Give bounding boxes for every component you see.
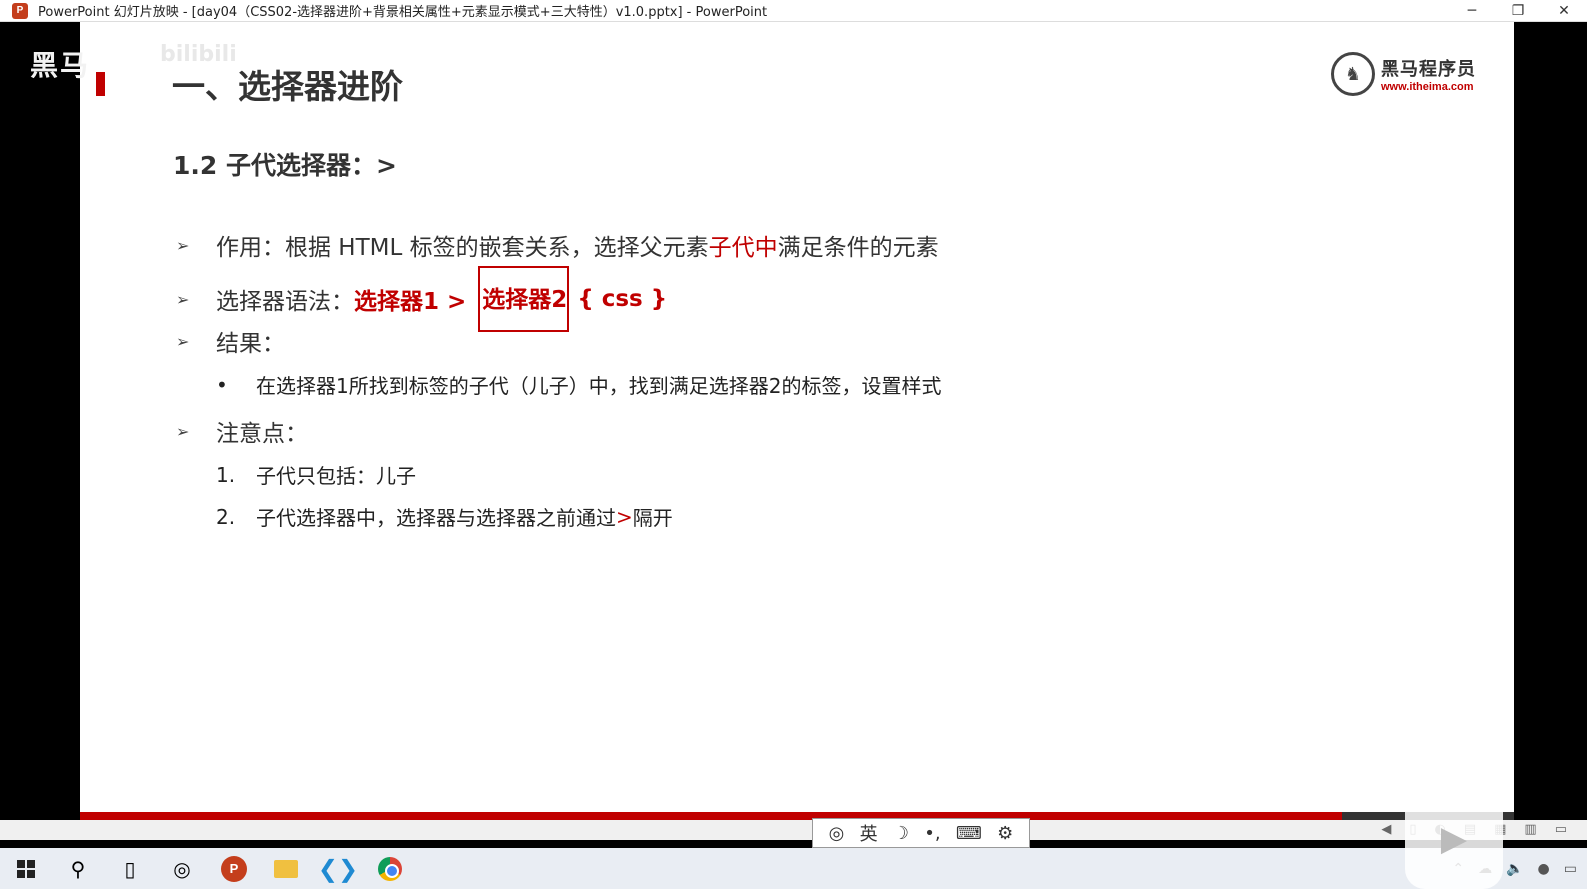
powerpoint-icon: P xyxy=(221,855,247,882)
itheima-logo: ♞ 黑马程序员 www.itheima.com xyxy=(1331,52,1476,96)
note-item-1: 1. 子代只包括：儿子 xyxy=(216,460,416,489)
taskbar-vscode[interactable]: ❮❯ xyxy=(312,848,364,889)
arrow-bullet-icon: ➢ xyxy=(176,235,190,255)
search-icon[interactable]: ⚲ xyxy=(52,848,104,889)
logo-url: www.itheima.com xyxy=(1381,81,1474,93)
arrow-bullet-icon: ➢ xyxy=(176,331,190,351)
file-icon[interactable]: ▯ xyxy=(104,848,156,889)
result-detail-text: 在选择器1所找到标签的子代（儿子）中，找到满足选择器2的标签，设置样式 xyxy=(256,374,942,398)
close-button[interactable]: ✕ xyxy=(1541,0,1587,22)
taskbar-chrome[interactable] xyxy=(364,848,416,889)
syntax-label: 选择器语法： xyxy=(216,289,354,315)
punctuation-icon[interactable]: •, xyxy=(924,823,940,844)
previous-icon[interactable]: ◀ xyxy=(1381,822,1391,837)
start-button[interactable] xyxy=(0,848,52,889)
taskbar: ⚲ ▯ ◎ P ❮❯ ⌃ ☁ 🔈 ● ▭ xyxy=(0,848,1587,889)
keyboard-icon[interactable]: ⌨ xyxy=(956,823,982,844)
slide-title: 一、选择器进阶 xyxy=(172,67,403,106)
note-item-2: 2. 子代选择器中，选择器与选择器之前通过 > 隔开 xyxy=(216,502,673,531)
slide-subtitle: 1.2 子代选择器：> xyxy=(173,151,397,180)
folder-icon xyxy=(274,859,298,878)
windows-icon xyxy=(17,859,35,878)
window-title: PowerPoint 幻灯片放映 - [day04（CSS02-选择器进阶+背景… xyxy=(38,5,768,20)
purpose-highlight: 子代中 xyxy=(708,235,778,261)
syntax-selector2-boxed: 选择器2 xyxy=(478,266,570,332)
horse-icon: ♞ xyxy=(1331,52,1375,96)
reading-view-icon[interactable]: ▥ xyxy=(1524,822,1536,837)
result-label: 结果： xyxy=(216,331,285,357)
ime-logo-icon[interactable]: ◎ xyxy=(829,823,845,844)
result-detail: • 在选择器1所找到标签的子代（儿子）中，找到满足选择器2的标签，设置样式 xyxy=(216,370,941,399)
note-tail: 隔开 xyxy=(632,506,673,530)
settings-icon[interactable]: ⚙ xyxy=(997,823,1013,844)
note-number: 1. xyxy=(216,462,236,487)
slide[interactable]: bilibili 一、选择器进阶 ♞ 黑马程序员 www.itheima.com… xyxy=(80,22,1514,828)
restore-button[interactable]: ❐ xyxy=(1495,0,1541,22)
note-text: 子代只包括：儿子 xyxy=(256,464,416,488)
arrow-bullet-icon: ➢ xyxy=(176,289,190,309)
app-tray-icon[interactable]: ● xyxy=(1538,861,1550,877)
note-number: 2. xyxy=(216,504,236,529)
dot-bullet: • xyxy=(216,372,228,397)
bullet-notes: ➢ 注意点： xyxy=(176,414,308,448)
clock-app-icon[interactable]: ◎ xyxy=(156,848,208,889)
title-accent-bar xyxy=(96,72,105,96)
network-icon[interactable]: ▭ xyxy=(1564,861,1577,877)
bilibili-play-icon[interactable]: ▶ xyxy=(1405,788,1503,889)
watermark-text: 黑马 xyxy=(30,49,91,82)
notes-label: 注意点： xyxy=(216,421,308,447)
note-red-symbol: > xyxy=(616,504,633,529)
ime-toolbar[interactable]: ◎ 英 ☽ •, ⌨ ⚙ xyxy=(812,818,1030,848)
slide-progress-bar xyxy=(80,812,1342,820)
vscode-icon: ❮❯ xyxy=(317,854,359,883)
minimize-button[interactable]: ─ xyxy=(1449,0,1495,22)
taskbar-file-explorer[interactable] xyxy=(260,848,312,889)
arrow-bullet-icon: ➢ xyxy=(176,421,190,441)
note-text: 子代选择器中，选择器与选择器之前通过 xyxy=(256,506,616,530)
chrome-icon xyxy=(378,856,402,881)
status-bar xyxy=(0,820,1587,840)
bullet-result: ➢ 结果： xyxy=(176,324,285,358)
syntax-selector1: 选择器1 > xyxy=(354,289,467,315)
purpose-tail: 满足条件的元素 xyxy=(777,235,939,261)
moon-icon[interactable]: ☽ xyxy=(893,823,909,844)
bullet-syntax: ➢ 选择器语法： 选择器1 > 选择器2 { css } xyxy=(176,266,667,332)
window-controls: ─ ❐ ✕ xyxy=(1449,0,1587,22)
logo-name: 黑马程序员 xyxy=(1381,59,1476,80)
window-titlebar: P PowerPoint 幻灯片放映 - [day04（CSS02-选择器进阶+… xyxy=(0,0,1587,22)
purpose-text: 作用：根据 HTML 标签的嵌套关系，选择父元素 xyxy=(216,235,709,261)
slideshow-stage[interactable]: 黑马 bilibili 一、选择器进阶 ♞ 黑马程序员 www.itheima.… xyxy=(0,22,1587,828)
ime-language[interactable]: 英 xyxy=(860,820,878,846)
slideshow-icon[interactable]: ▭ xyxy=(1555,822,1567,837)
syntax-css-block: { css } xyxy=(577,286,668,312)
powerpoint-icon: P xyxy=(12,2,28,19)
taskbar-powerpoint[interactable]: P xyxy=(208,848,260,889)
bullet-purpose: ➢ 作用：根据 HTML 标签的嵌套关系，选择父元素 子代中 满足条件的元素 xyxy=(176,228,939,262)
volume-icon[interactable]: 🔈 xyxy=(1506,861,1523,877)
